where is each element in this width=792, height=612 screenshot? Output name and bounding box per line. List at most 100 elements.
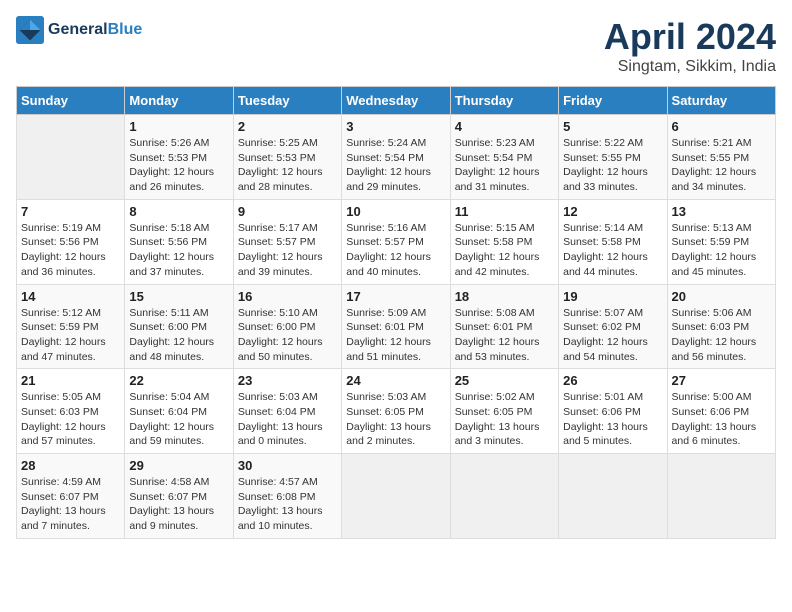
day-cell: 23Sunrise: 5:03 AM Sunset: 6:04 PM Dayli… [233,369,341,454]
day-info: Sunrise: 5:23 AM Sunset: 5:54 PM Dayligh… [455,136,554,195]
week-row-2: 7Sunrise: 5:19 AM Sunset: 5:56 PM Daylig… [17,199,776,284]
header-friday: Friday [559,87,667,115]
day-number: 14 [21,289,120,304]
day-cell: 30 Sunrise: 4:57 AM Sunset: 6:08 PM Dayli… [233,454,341,539]
day-info: Sunrise: 5:07 AM Sunset: 6:02 PM Dayligh… [563,306,662,365]
day-cell: 15 Sunrise: 5:11 AM Sunset: 6:00 PM Dayli… [125,284,233,369]
day-cell: 14 Sunrise: 5:12 AM Sunset: 5:59 PM Dayli… [17,284,125,369]
day-cell: 13 Sunrise: 5:13 AM Sunset: 5:59 PM Dayli… [667,199,775,284]
day-info: Sunrise: 5:04 AM Sunset: 6:04 PM Dayligh… [129,390,228,449]
calendar-table: SundayMondayTuesdayWednesdayThursdayFrid… [16,86,776,539]
day-info: Sunrise: 5:26 AM Sunset: 5:53 PM Dayligh… [129,136,228,195]
day-info: Sunrise: 5:13 AM Sunset: 5:59 PM Dayligh… [672,221,771,280]
day-cell: 8 Sunrise: 5:18 AM Sunset: 5:56 PM Daylig… [125,199,233,284]
day-info: Sunrise: 5:25 AM Sunset: 5:53 PM Dayligh… [238,136,337,195]
day-number: 15 [129,289,228,304]
day-number: 19 [563,289,662,304]
header-wednesday: Wednesday [342,87,450,115]
day-info: Sunrise: 5:24 AM Sunset: 5:54 PM Dayligh… [346,136,445,195]
day-info: Sunrise: 5:18 AM Sunset: 5:56 PM Dayligh… [129,221,228,280]
day-cell [342,454,450,539]
day-cell: 5Sunrise: 5:22 AM Sunset: 5:55 PM Daylig… [559,115,667,200]
day-cell [17,115,125,200]
day-cell: 19 Sunrise: 5:07 AM Sunset: 6:02 PM Dayli… [559,284,667,369]
day-cell: 16 Sunrise: 5:10 AM Sunset: 6:00 PM Dayli… [233,284,341,369]
day-cell: 3 Sunrise: 5:24 AM Sunset: 5:54 PM Daylig… [342,115,450,200]
day-cell: 9 Sunrise: 5:17 AM Sunset: 5:57 PM Daylig… [233,199,341,284]
week-row-5: 28Sunrise: 4:59 AM Sunset: 6:07 PM Dayli… [17,454,776,539]
title-area: April 2024 Singtam, Sikkim, India [604,16,776,76]
day-number: 16 [238,289,337,304]
day-number: 29 [129,458,228,473]
day-info: Sunrise: 5:15 AM Sunset: 5:58 PM Dayligh… [455,221,554,280]
day-number: 1 [129,119,228,134]
day-cell: 17 Sunrise: 5:09 AM Sunset: 6:01 PM Dayli… [342,284,450,369]
day-number: 13 [672,204,771,219]
week-row-3: 14 Sunrise: 5:12 AM Sunset: 5:59 PM Dayli… [17,284,776,369]
subtitle: Singtam, Sikkim, India [604,58,776,76]
day-info: Sunrise: 5:00 AM Sunset: 6:06 PM Dayligh… [672,390,771,449]
day-number: 27 [672,373,771,388]
main-title: April 2024 [604,16,776,58]
day-cell [559,454,667,539]
day-cell: 6Sunrise: 5:21 AM Sunset: 5:55 PM Daylig… [667,115,775,200]
day-info: Sunrise: 5:16 AM Sunset: 5:57 PM Dayligh… [346,221,445,280]
day-info: Sunrise: 5:14 AM Sunset: 5:58 PM Dayligh… [563,221,662,280]
header-saturday: Saturday [667,87,775,115]
day-cell: 4 Sunrise: 5:23 AM Sunset: 5:54 PM Daylig… [450,115,558,200]
calendar-body: 1 Sunrise: 5:26 AM Sunset: 5:53 PM Daylig… [17,115,776,539]
day-info: Sunrise: 4:58 AM Sunset: 6:07 PM Dayligh… [129,475,228,534]
day-number: 28 [21,458,120,473]
day-info: Sunrise: 5:12 AM Sunset: 5:59 PM Dayligh… [21,306,120,365]
day-info: Sunrise: 5:02 AM Sunset: 6:05 PM Dayligh… [455,390,554,449]
day-number: 22 [129,373,228,388]
header-row: SundayMondayTuesdayWednesdayThursdayFrid… [17,87,776,115]
day-info: Sunrise: 5:03 AM Sunset: 6:04 PM Dayligh… [238,390,337,449]
day-number: 6 [672,119,771,134]
day-number: 24 [346,373,445,388]
day-cell: 25Sunrise: 5:02 AM Sunset: 6:05 PM Dayli… [450,369,558,454]
day-cell: 27 Sunrise: 5:00 AM Sunset: 6:06 PM Dayli… [667,369,775,454]
day-info: Sunrise: 5:01 AM Sunset: 6:06 PM Dayligh… [563,390,662,449]
day-info: Sunrise: 5:11 AM Sunset: 6:00 PM Dayligh… [129,306,228,365]
week-row-4: 21Sunrise: 5:05 AM Sunset: 6:03 PM Dayli… [17,369,776,454]
day-cell: 29 Sunrise: 4:58 AM Sunset: 6:07 PM Dayli… [125,454,233,539]
day-cell: 7Sunrise: 5:19 AM Sunset: 5:56 PM Daylig… [17,199,125,284]
day-info: Sunrise: 5:05 AM Sunset: 6:03 PM Dayligh… [21,390,120,449]
day-info: Sunrise: 5:17 AM Sunset: 5:57 PM Dayligh… [238,221,337,280]
day-info: Sunrise: 4:57 AM Sunset: 6:08 PM Dayligh… [238,475,337,534]
day-number: 26 [563,373,662,388]
day-number: 4 [455,119,554,134]
day-cell: 12 Sunrise: 5:14 AM Sunset: 5:58 PM Dayli… [559,199,667,284]
day-cell: 2 Sunrise: 5:25 AM Sunset: 5:53 PM Daylig… [233,115,341,200]
header: GeneralBlue April 2024 Singtam, Sikkim, … [16,16,776,76]
day-number: 30 [238,458,337,473]
day-number: 20 [672,289,771,304]
day-cell: 22 Sunrise: 5:04 AM Sunset: 6:04 PM Dayli… [125,369,233,454]
day-cell: 26 Sunrise: 5:01 AM Sunset: 6:06 PM Dayli… [559,369,667,454]
day-cell: 10 Sunrise: 5:16 AM Sunset: 5:57 PM Dayli… [342,199,450,284]
day-cell: 11 Sunrise: 5:15 AM Sunset: 5:58 PM Dayli… [450,199,558,284]
day-info: Sunrise: 5:08 AM Sunset: 6:01 PM Dayligh… [455,306,554,365]
day-number: 9 [238,204,337,219]
day-info: Sunrise: 5:03 AM Sunset: 6:05 PM Dayligh… [346,390,445,449]
logo: GeneralBlue [16,16,142,44]
day-number: 12 [563,204,662,219]
day-number: 11 [455,204,554,219]
day-number: 17 [346,289,445,304]
day-number: 5 [563,119,662,134]
day-cell: 21Sunrise: 5:05 AM Sunset: 6:03 PM Dayli… [17,369,125,454]
day-info: Sunrise: 5:09 AM Sunset: 6:01 PM Dayligh… [346,306,445,365]
day-number: 3 [346,119,445,134]
day-cell: 28Sunrise: 4:59 AM Sunset: 6:07 PM Dayli… [17,454,125,539]
day-number: 10 [346,204,445,219]
day-number: 8 [129,204,228,219]
header-sunday: Sunday [17,87,125,115]
day-cell: 18Sunrise: 5:08 AM Sunset: 6:01 PM Dayli… [450,284,558,369]
day-number: 2 [238,119,337,134]
day-cell: 20Sunrise: 5:06 AM Sunset: 6:03 PM Dayli… [667,284,775,369]
header-monday: Monday [125,87,233,115]
day-cell: 1 Sunrise: 5:26 AM Sunset: 5:53 PM Daylig… [125,115,233,200]
calendar-header: SundayMondayTuesdayWednesdayThursdayFrid… [17,87,776,115]
day-info: Sunrise: 5:10 AM Sunset: 6:00 PM Dayligh… [238,306,337,365]
